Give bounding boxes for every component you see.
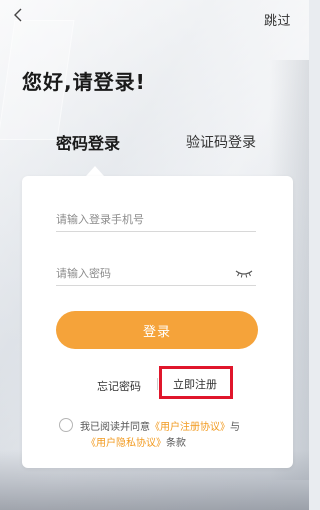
agreement-text-line1: 我已阅读并同意《用户注册协议》与 xyxy=(80,418,240,433)
chevron-left-icon[interactable] xyxy=(10,6,28,24)
register-link[interactable]: 立即注册 xyxy=(173,376,217,392)
privacy-agreement-link[interactable]: 《用户隐私协议》 xyxy=(86,438,166,449)
login-button[interactable]: 登录 xyxy=(56,311,258,349)
link-divider xyxy=(157,378,158,390)
agreement-conjunction: 与 xyxy=(230,422,240,433)
tab-code-login[interactable]: 验证码登录 xyxy=(186,132,256,152)
page-title: 您好,请登录! xyxy=(22,70,146,94)
password-input[interactable] xyxy=(56,262,256,286)
eye-closed-icon[interactable] xyxy=(235,268,253,278)
agreement-checkbox[interactable] xyxy=(59,418,73,432)
agreement-prefix: 我已阅读并同意 xyxy=(80,422,150,433)
active-tab-pointer xyxy=(86,166,104,176)
user-agreement-link[interactable]: 《用户注册协议》 xyxy=(150,422,230,433)
forgot-password-link[interactable]: 忘记密码 xyxy=(97,378,141,394)
tab-password-login[interactable]: 密码登录 xyxy=(56,130,120,154)
agreement-suffix: 条款 xyxy=(166,438,186,449)
phone-input[interactable] xyxy=(56,208,256,232)
agreement-text-line2: 《用户隐私协议》条款 xyxy=(86,434,186,449)
skip-button[interactable]: 跳过 xyxy=(264,10,291,29)
